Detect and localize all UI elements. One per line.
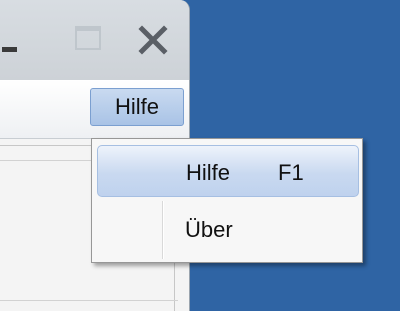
help-dropdown-menu: Hilfe F1 Über	[91, 138, 363, 263]
menu-item-about[interactable]: Über	[97, 205, 359, 255]
title-bar	[0, 0, 189, 81]
divider	[0, 300, 178, 301]
minimize-icon[interactable]	[2, 47, 17, 52]
menu-item-help[interactable]: Hilfe F1	[97, 145, 359, 197]
menu-item-shortcut: F1	[278, 160, 304, 185]
menu-item-label: Hilfe	[186, 160, 231, 185]
menu-help[interactable]: Hilfe	[90, 88, 184, 126]
menu-item-label: Über	[185, 217, 233, 242]
close-icon[interactable]	[136, 23, 170, 57]
maximize-icon[interactable]	[75, 26, 101, 50]
